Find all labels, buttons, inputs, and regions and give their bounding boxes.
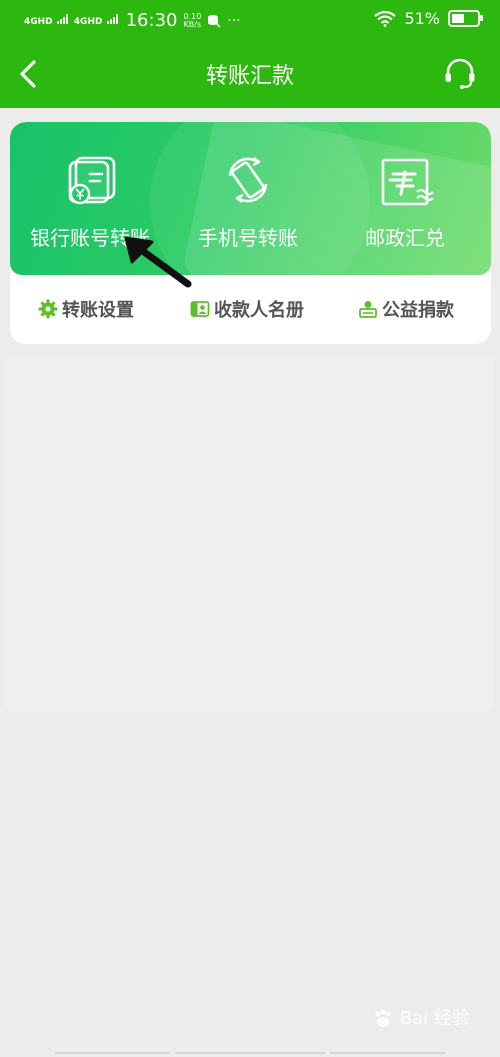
status-right: 51% (374, 9, 483, 28)
donation-icon (359, 301, 377, 318)
app-header: 转账汇款 (0, 40, 500, 108)
battery-percent: 51% (404, 9, 440, 28)
bottom-edge (0, 1050, 500, 1057)
battery-icon (448, 10, 483, 27)
postal-remittance-label: 邮政汇兑 (365, 226, 445, 250)
bottom-tab-hint (55, 1052, 170, 1054)
signal-bars-icon (106, 14, 118, 24)
payee-list-link[interactable]: 收款人名册 (190, 296, 304, 322)
transfer-card: 银行账号转账 手机号转账 邮政汇兑 转账设置 收款人名册 公益捐款 (10, 122, 491, 344)
gear-icon (38, 299, 58, 319)
more-dots: ··· (227, 12, 241, 29)
status-bar: 4GHD 4GHD 16:30 0.10 KB/s ··· 51% (0, 0, 500, 40)
wifi-icon (374, 10, 397, 27)
watermark-text: Bai 经验 (399, 1008, 470, 1029)
bank-card-icon (68, 156, 116, 205)
status-clock: 16:30 (125, 10, 178, 31)
function-banner: 银行账号转账 手机号转账 邮政汇兑 (10, 122, 491, 275)
arrow-annotation-icon (124, 236, 192, 288)
net-speed: 0.10 KB/s (183, 12, 202, 29)
contact-card-icon (190, 301, 210, 317)
battery-level (452, 14, 465, 23)
signal-indicator-2: 4GHD (74, 14, 118, 27)
page-title: 转账汇款 (205, 64, 294, 89)
watermark: Bai 经验 (372, 1004, 470, 1030)
transfer-settings-link[interactable]: 转账设置 (38, 296, 134, 322)
phone-rotate-icon (228, 156, 268, 204)
postal-remittance-button[interactable]: 邮政汇兑 (325, 152, 485, 251)
signal-bars-icon (56, 14, 68, 24)
headset-icon[interactable] (442, 56, 478, 92)
paw-icon (375, 1009, 391, 1027)
payee-list-label: 收款人名册 (214, 300, 304, 321)
bottom-tab-hint (175, 1052, 325, 1054)
transfer-settings-label: 转账设置 (62, 300, 134, 321)
signal-label-1: 4GHD (24, 17, 53, 27)
content-panel (6, 356, 494, 712)
charity-donation-label: 公益捐款 (382, 300, 454, 321)
signal-indicator-1: 4GHD (24, 14, 68, 27)
storage-icon (208, 14, 221, 28)
signal-label-2: 4GHD (73, 17, 103, 27)
charity-donation-link[interactable]: 公益捐款 (358, 296, 454, 322)
bottom-tab-hint (330, 1052, 445, 1054)
net-speed-unit: KB/s (183, 19, 202, 29)
postal-icon (381, 158, 434, 206)
status-left: 4GHD 4GHD 16:30 0.10 KB/s ··· (24, 10, 241, 31)
